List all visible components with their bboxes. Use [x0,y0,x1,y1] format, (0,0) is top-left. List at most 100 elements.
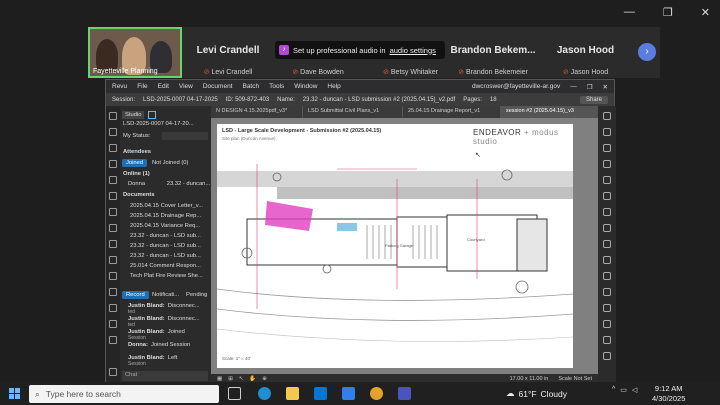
line-icon[interactable] [603,160,611,168]
clock[interactable]: 9:12 AM 4/30/2025 [652,384,685,404]
participant-tile[interactable]: Levi Crandell ⊘ Levi Crandell [183,27,273,78]
studio-icon[interactable] [109,224,117,232]
chat-input[interactable]: Chat [122,371,208,381]
file-explorer-icon[interactable] [286,387,299,400]
document-list-item[interactable]: 25.014 Comment Respon... [130,263,201,269]
links-icon[interactable] [109,256,117,264]
menu-help[interactable]: Help [327,83,340,90]
cloud-icon[interactable] [603,192,611,200]
menu-view[interactable]: View [179,83,193,90]
doc-tab[interactable]: LSD Submittal Civil Plans_v1 [303,106,403,118]
store-icon[interactable] [342,387,355,400]
measure-icon[interactable] [109,208,117,216]
menu-edit[interactable]: Edit [158,83,169,90]
doc-tab-active[interactable]: session #2 (2025.04.15)_v3 [501,106,601,118]
document-list-item[interactable]: 2025.04.15 Variance Req... [130,223,200,229]
arc-icon[interactable] [603,304,611,312]
properties-icon[interactable] [109,176,117,184]
drawing-sheet[interactable]: LSD - Large Scale Development - Submissi… [217,124,573,368]
minimize-icon[interactable]: — [570,83,577,91]
search-icon[interactable] [109,240,117,248]
ellipse-icon[interactable] [603,336,611,344]
task-view-icon[interactable] [228,387,241,400]
mail-icon[interactable] [314,387,327,400]
file-access-icon[interactable] [109,288,117,296]
list-icon[interactable] [109,368,117,376]
signatures-icon[interactable] [109,192,117,200]
attendees-header[interactable]: Attendees [123,149,151,155]
audio-settings-link[interactable]: audio settings [390,46,436,55]
active-speaker-video[interactable]: Fayetteville Planning [88,27,182,78]
windows-start-icon[interactable] [9,388,20,399]
eraser-icon[interactable] [603,352,611,360]
close-icon[interactable]: ✕ [603,83,608,91]
audio-settings-banner[interactable]: ♪ Set up professional audio in audio set… [275,41,445,59]
text-icon[interactable] [603,144,611,152]
measure-icon[interactable] [603,240,611,248]
minimize-icon[interactable]: — [624,6,635,19]
close-icon[interactable]: ✕ [701,6,710,19]
doc-tab[interactable]: N DESIGN 4.15.2025pdf_v3* [211,106,303,118]
snap-icon[interactable]: ⊞ [228,376,233,382]
weather-widget[interactable]: ☁ 61°F Cloudy [506,388,567,399]
chevron-up-icon[interactable]: ^ [612,386,615,394]
document-list-item[interactable]: 23.32 - duncan - LSD sub... [130,233,201,239]
network-icon[interactable]: ▭ [620,386,627,394]
select-icon[interactable]: ↖ [239,376,244,382]
zoom-icon[interactable]: ⊕ [262,376,267,382]
edge-icon[interactable] [258,387,271,400]
participant-tile[interactable]: Brandon Bekem... ⊘ Brandon Bekemeier [443,27,543,78]
my-status-select[interactable] [162,132,208,140]
tool-chest-icon[interactable] [109,304,117,312]
menu-revu[interactable]: Revu [112,83,127,90]
image-icon[interactable] [603,224,611,232]
tab-joined[interactable]: Joined [122,159,148,167]
session-icon[interactable] [148,110,157,119]
restore-icon[interactable]: ❐ [663,6,673,19]
rectangle-icon[interactable] [603,320,611,328]
restore-icon[interactable]: ❐ [587,83,593,91]
tab-notifications[interactable]: Notificati... [148,291,183,299]
document-list-item[interactable]: 2025.04.15 Drainage Rep... [130,213,201,219]
highlight-icon[interactable] [603,128,611,136]
pan-icon[interactable]: ✋ [249,376,256,382]
document-list-item[interactable]: Tech Plat Fire Review She... [130,273,203,279]
chat-icon[interactable] [109,336,117,344]
grid-icon[interactable]: ▦ [217,376,222,382]
layers-icon[interactable] [109,144,117,152]
taskbar-search-box[interactable]: ⌕ Type here to search [29,385,219,403]
menu-document[interactable]: Document [203,83,233,90]
tab-record[interactable]: Record [122,291,149,299]
tab-not-joined[interactable]: Not Joined (0) [148,159,192,167]
stamp-icon[interactable] [603,208,611,216]
document-list-item[interactable]: 2025.04.15 Cover Letter_v... [130,203,203,209]
menu-tools[interactable]: Tools [269,83,284,90]
sets-icon[interactable] [109,320,117,328]
bookmarks-icon[interactable] [109,128,117,136]
polyline-icon[interactable] [603,288,611,296]
studio-dropdown[interactable]: Studio [122,110,145,119]
shape-icon[interactable] [603,176,611,184]
participant-tile[interactable]: Jason Hood ⊘ Jason Hood [543,27,628,78]
share-button[interactable]: Share [579,95,608,104]
next-participants-button[interactable]: › [638,43,656,61]
tab-pending[interactable]: Pending [182,291,211,299]
document-list-item[interactable]: 23.32 - duncan - LSD sub... [130,253,201,259]
doc-tab[interactable]: 25.04.15 Drainage Report_v1 [403,106,501,118]
arrow-icon[interactable] [603,272,611,280]
menu-window[interactable]: Window [294,83,317,90]
session-name[interactable]: LSD-2025-0007 04-17-20... [123,121,194,127]
document-canvas[interactable]: LSD - Large Scale Development - Submissi… [211,118,606,374]
thumbnails-icon[interactable] [109,112,117,120]
documents-header[interactable]: Documents [123,192,155,198]
pen-icon[interactable] [603,112,611,120]
volume-icon[interactable]: ◁ [632,386,637,394]
spaces-icon[interactable] [109,272,117,280]
menu-file[interactable]: File [137,83,147,90]
markups-icon[interactable] [109,160,117,168]
attendee-row[interactable]: Donna 23.32 - duncan... [128,181,210,187]
document-list-item[interactable]: 23.32 - duncan - LSD sub... [130,243,201,249]
note-icon[interactable] [603,256,611,264]
scale-status[interactable]: Scale Not Set [558,376,592,382]
chrome-icon[interactable] [370,387,383,400]
